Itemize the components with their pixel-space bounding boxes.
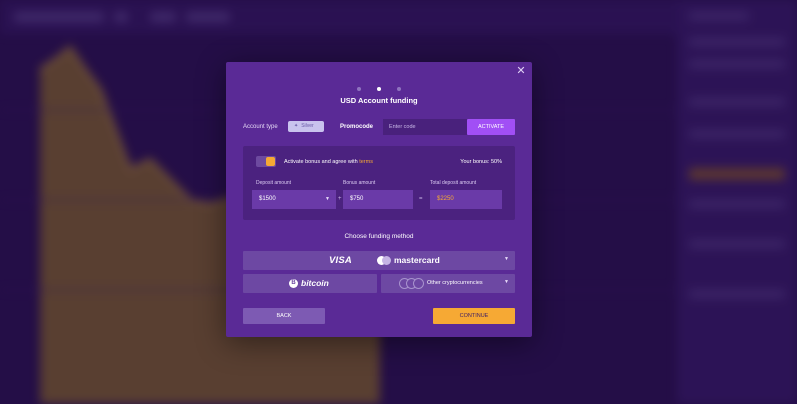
promocode-label: Promocode [340,124,374,130]
account-type-label: Account type [243,124,278,130]
chevron-down-icon: ▼ [504,256,509,262]
bonus-amount-field: $750 [343,190,413,209]
mastercard-logo: mastercard [394,255,440,265]
total-deposit-field: $2250 [430,190,502,209]
activate-button[interactable]: ACTIVATE [467,119,515,135]
terms-link[interactable]: terms [359,159,373,165]
deposit-amount-label: Deposit amount [256,180,292,186]
bonus-amount-label: Bonus amount [343,180,376,186]
funding-method-heading: Choose funding method [344,233,414,240]
step-dot [397,86,402,91]
bonus-toggle[interactable] [256,156,276,167]
chevron-down-icon: ▼ [325,196,330,202]
sparkle-icon: ✦ [294,123,299,129]
other-crypto-label: Other cryptocurrencies [427,280,483,286]
visa-mastercard-option[interactable]: VISA mastercard ▼ [243,251,515,270]
plus-sign: + [338,196,342,202]
account-type-selector[interactable]: ✦ Silver [288,121,324,132]
step-dot [356,86,361,91]
toggle-knob [266,157,275,166]
equals-sign: = [419,196,423,202]
modal-title: USD Account funding [340,96,418,105]
bonus-amount-value: $750 [350,196,364,202]
bitcoin-icon: B [289,279,298,288]
bitcoin-logo: bitcoin [301,278,329,288]
close-icon[interactable]: ✕ [514,64,528,78]
your-bonus-value: Your bonus: 50% [460,159,502,165]
deposit-amount-select[interactable]: $1500 ▼ [252,190,336,209]
promocode-input[interactable] [383,119,468,135]
visa-logo: VISA [329,255,352,266]
crypto-coins-icon [399,278,425,289]
continue-button[interactable]: CONTINUE [433,308,515,324]
mastercard-icon [377,256,391,265]
back-button[interactable]: BACK [243,308,325,324]
step-dot-active [377,86,381,91]
account-type-value: Silver [301,123,314,129]
total-deposit-label: Total deposit amount [430,180,477,186]
bonus-agree-text: Activate bonus and agree with terms [284,159,373,165]
chevron-down-icon: ▼ [504,279,509,285]
other-crypto-option[interactable]: Other cryptocurrencies ▼ [381,274,515,293]
deposit-amount-value: $1500 [259,196,276,202]
funding-modal: ✕ USD Account funding Account type ✦ Silv… [226,62,532,337]
bonus-agree-label: Activate bonus and agree with [284,159,358,165]
total-deposit-value: $2250 [437,196,454,202]
bonus-panel: Activate bonus and agree with terms Your… [243,146,515,220]
bitcoin-option[interactable]: B bitcoin [243,274,377,293]
